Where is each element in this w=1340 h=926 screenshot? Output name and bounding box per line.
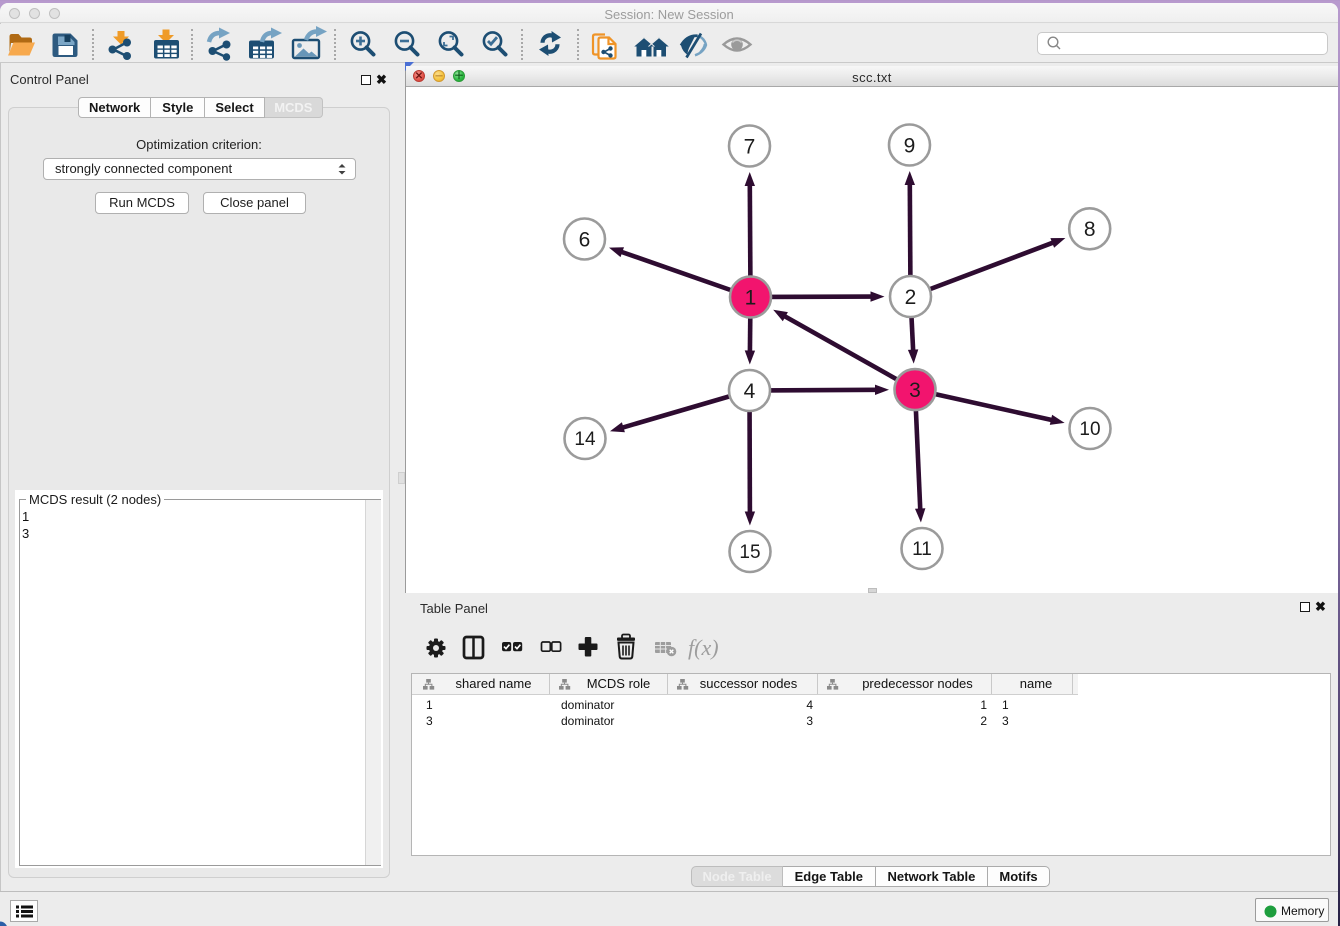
svg-text:15: 15 bbox=[739, 542, 760, 563]
svg-text:2: 2 bbox=[905, 286, 917, 309]
svg-text:8: 8 bbox=[1084, 218, 1096, 241]
svg-text:f(x): f(x) bbox=[688, 635, 719, 660]
svg-text:9: 9 bbox=[904, 134, 916, 157]
svg-text:1: 1 bbox=[745, 286, 757, 309]
svg-text:6: 6 bbox=[579, 228, 591, 251]
svg-text:4: 4 bbox=[744, 380, 756, 403]
svg-text:7: 7 bbox=[744, 135, 756, 158]
svg-text:3: 3 bbox=[909, 379, 921, 402]
svg-text:10: 10 bbox=[1079, 419, 1100, 440]
svg-text:14: 14 bbox=[574, 429, 596, 450]
svg-text:11: 11 bbox=[912, 539, 932, 560]
